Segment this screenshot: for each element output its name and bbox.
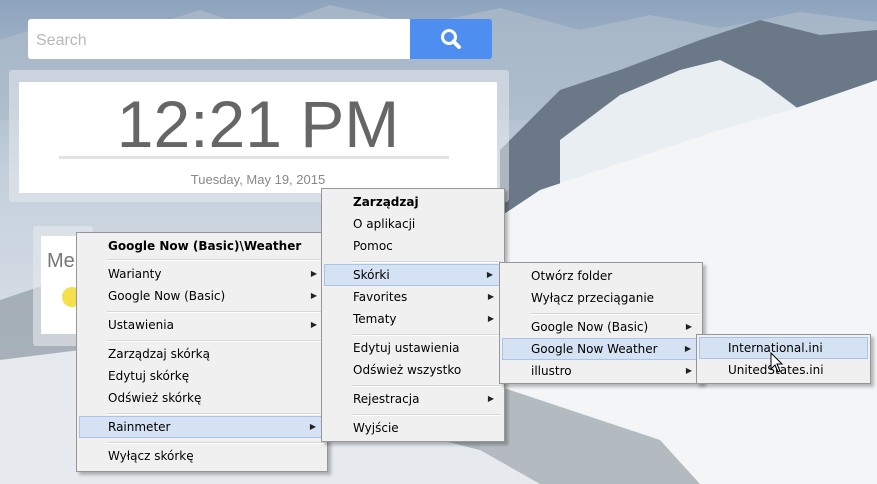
menu-item-favorites[interactable]: Favorites ▶: [324, 286, 502, 308]
menu-item-skin-google-now-basic[interactable]: Google Now (Basic) ▶: [502, 316, 700, 338]
search-button[interactable]: [410, 19, 492, 59]
menu-item-help[interactable]: Pomoc: [324, 235, 502, 257]
menu-separator: [530, 313, 699, 315]
menu-separator: [107, 413, 324, 415]
submenu-arrow-icon: ▶: [685, 322, 692, 331]
menu-separator: [107, 259, 324, 261]
menu-item-variants[interactable]: Warianty ▶: [79, 263, 325, 285]
clock-divider: [59, 156, 449, 159]
menu-item-manage-skin[interactable]: Zarządzaj skórką: [79, 343, 325, 365]
menu-separator: [352, 414, 501, 416]
menu-item-edit-skin[interactable]: Edytuj skórkę: [79, 365, 325, 387]
menu-item-themes[interactable]: Tematy ▶: [324, 308, 502, 330]
menu-item-refresh-all[interactable]: Odśwież wszystko: [324, 359, 502, 381]
menu-separator: [352, 334, 501, 336]
submenu-arrow-icon: ▶: [487, 394, 494, 403]
clock-date: Tuesday, May 19, 2015: [190, 172, 326, 187]
menu-item-settings[interactable]: Ustawienia ▶: [79, 314, 325, 336]
menu-item-skin-google-now-weather[interactable]: Google Now Weather ▶: [502, 338, 700, 360]
menu-separator: [352, 261, 501, 263]
menu-item-google-now-basic[interactable]: Google Now (Basic) ▶: [79, 285, 325, 307]
menu-separator: [107, 340, 324, 342]
clock-time: 12:21 PM: [116, 87, 400, 161]
menu-separator: [107, 311, 324, 313]
menu-item-refresh-skin[interactable]: Odśwież skórkę: [79, 387, 325, 409]
menu-item-about[interactable]: O aplikacji: [324, 213, 502, 235]
skin-context-menu: Google Now (Basic)\Weather Warianty ▶ Goo…: [76, 232, 328, 472]
menu-item-manage[interactable]: Zarządzaj: [324, 191, 502, 213]
menu-item-rainmeter[interactable]: Rainmeter ▶: [79, 416, 325, 438]
mouse-cursor-icon: [770, 352, 784, 373]
search-input[interactable]: [34, 29, 398, 53]
submenu-arrow-icon: ▶: [310, 269, 317, 278]
submenu-arrow-icon: ▶: [309, 422, 316, 431]
submenu-arrow-icon: ▶: [684, 344, 691, 353]
menu-item-open-folder[interactable]: Otwórz folder: [502, 265, 700, 287]
search-icon: [441, 29, 461, 49]
rainmeter-submenu: Zarządzaj O aplikacji Pomoc Skórki ▶ Favo…: [321, 188, 505, 442]
submenu-arrow-icon: ▶: [486, 270, 493, 279]
submenu-arrow-icon: ▶: [487, 292, 494, 301]
search-box: [28, 19, 410, 59]
menu-item-logging[interactable]: Rejestracja ▶: [324, 388, 502, 410]
submenu-arrow-icon: ▶: [310, 291, 317, 300]
menu-item-skin-illustro[interactable]: illustro ▶: [502, 360, 700, 382]
submenu-arrow-icon: ▶: [487, 314, 494, 323]
menu-item-skins[interactable]: Skórki ▶: [324, 264, 502, 286]
menu-separator: [352, 385, 501, 387]
menu-item-disable-dragging[interactable]: Wyłącz przeciąganie: [502, 287, 700, 309]
submenu-arrow-icon: ▶: [685, 366, 692, 375]
menu-separator: [107, 442, 324, 444]
menu-item-skin-header[interactable]: Google Now (Basic)\Weather: [79, 235, 325, 257]
menu-item-exit[interactable]: Wyjście: [324, 417, 502, 439]
clock-widget[interactable]: 12:21 PM Tuesday, May 19, 2015: [19, 82, 497, 193]
menu-item-edit-settings[interactable]: Edytuj ustawienia: [324, 337, 502, 359]
skins-submenu: Otwórz folder Wyłącz przeciąganie Google…: [499, 262, 703, 384]
submenu-arrow-icon: ▶: [310, 320, 317, 329]
weather-text: Me: [47, 250, 75, 272]
menu-item-unload-skin[interactable]: Wyłącz skórkę: [79, 445, 325, 467]
